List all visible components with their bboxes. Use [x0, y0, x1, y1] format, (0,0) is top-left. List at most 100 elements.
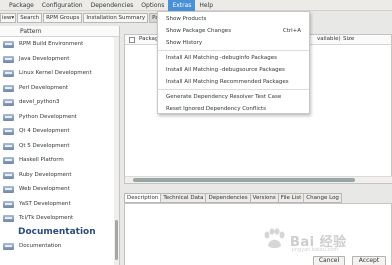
pattern-label: Ruby Development: [19, 171, 72, 178]
menu-item-install-recommended[interactable]: Install All Matching Recommended Package…: [158, 76, 309, 88]
pattern-icon: [3, 242, 15, 250]
list-item[interactable]: Java Development: [0, 52, 119, 67]
pattern-icon: [3, 84, 15, 92]
pattern-label: Qt 4 Development: [19, 128, 70, 135]
chevron-down-icon: ▾: [11, 15, 15, 21]
view-combo-value: iew: [2, 15, 12, 21]
menu-item-generate-test-case[interactable]: Generate Dependency Resolver Test Case: [158, 91, 309, 103]
menu-item-label: Install All Matching -debugsource Packag…: [166, 67, 285, 73]
pattern-icon: [3, 113, 15, 121]
column-size[interactable]: Size: [343, 36, 354, 42]
pattern-pane: Pattern RPM Build Environment Java Devel…: [0, 26, 120, 265]
list-item[interactable]: Linux Kernel Development: [0, 66, 119, 81]
pattern-scrollbar[interactable]: [114, 37, 119, 265]
pattern-icon: [3, 185, 15, 194]
menu-item-accelerator: Ctrl+A: [282, 28, 301, 34]
menu-options[interactable]: Options: [137, 0, 168, 11]
menubar: Package Configuration Dependencies Optio…: [0, 0, 392, 11]
list-item[interactable]: YaST Development: [0, 197, 119, 212]
menu-configuration[interactable]: Configuration: [38, 0, 87, 11]
list-item[interactable]: Perl Development: [0, 81, 119, 96]
tab-technical-data[interactable]: Technical Data: [161, 193, 207, 203]
pattern-label: Java Development: [19, 55, 70, 62]
menu-item-label: Install All Matching -debuginfo Packages: [166, 55, 277, 61]
paw-logo-icon: [264, 228, 285, 248]
pattern-icon: [3, 142, 15, 150]
view-combo[interactable]: iew ▾: [0, 13, 17, 23]
menu-extras[interactable]: Extras: [168, 0, 196, 11]
menu-item-label: Reset Ignored Dependency Conflicts: [166, 106, 266, 112]
pattern-icon: [3, 98, 15, 107]
list-item[interactable]: RPM Build Environment: [0, 37, 119, 52]
list-item[interactable]: Haskell Platform: [0, 153, 119, 168]
pattern-header-label: Pattern: [20, 27, 42, 35]
menu-item-install-debugsource[interactable]: Install All Matching -debugsource Packag…: [158, 64, 309, 76]
pattern-label: Perl Development: [19, 84, 69, 91]
pattern-label: Python Development: [19, 113, 77, 120]
pattern-icon: [3, 55, 15, 63]
pattern-label: RPM Build Environment: [19, 41, 84, 48]
menu-item-show-products[interactable]: Show Products: [158, 13, 309, 25]
tab-search[interactable]: Search: [17, 13, 43, 23]
list-item[interactable]: Tcl/Tk Development: [0, 211, 119, 226]
detail-tabs: Description Technical Data Dependencies …: [124, 193, 342, 203]
tab-change-log[interactable]: Change Log: [304, 193, 342, 203]
menu-separator: [158, 89, 309, 90]
list-item[interactable]: Documentation: [0, 239, 119, 254]
menu-help[interactable]: Help: [195, 0, 217, 11]
pattern-label: Qt 5 Development: [19, 142, 70, 149]
scrollbar-thumb[interactable]: [133, 178, 355, 182]
pattern-label: devel_python3: [19, 99, 60, 106]
list-item[interactable]: Qt 4 Development: [0, 124, 119, 139]
tab-installation-summary[interactable]: Installation Summary: [83, 13, 149, 23]
pattern-list: RPM Build Environment Java Development L…: [0, 37, 119, 253]
tab-versions[interactable]: Versions: [250, 193, 279, 203]
toolbar: iew ▾ Search RPM Groups Installation Sum…: [0, 12, 170, 24]
pattern-label: Tcl/Tk Development: [19, 215, 74, 222]
scrollbar-thumb[interactable]: [115, 220, 118, 260]
category-heading: Documentation: [18, 227, 96, 237]
menu-item-label: Show History: [166, 40, 203, 46]
cancel-button[interactable]: Cancel: [313, 256, 345, 265]
list-item[interactable]: Qt 5 Development: [0, 139, 119, 154]
pattern-icon: [3, 200, 15, 208]
menu-dependencies[interactable]: Dependencies: [87, 0, 138, 11]
tab-dependencies[interactable]: Dependencies: [206, 193, 251, 203]
pattern-icon: [3, 214, 15, 223]
column-available[interactable]: vailable): [317, 36, 341, 42]
select-all-checkbox[interactable]: [129, 37, 135, 43]
pattern-icon: [3, 40, 15, 49]
pattern-icon: [3, 69, 15, 78]
list-item[interactable]: devel_python3: [0, 95, 119, 110]
menu-item-label: Install All Matching Recommended Package…: [166, 79, 289, 85]
pattern-label: Haskell Platform: [19, 157, 64, 164]
pattern-label: YaST Development: [19, 200, 71, 207]
tab-description[interactable]: Description: [124, 193, 162, 203]
menu-item-install-debuginfo[interactable]: Install All Matching -debuginfo Packages: [158, 52, 309, 64]
tab-file-list[interactable]: File List: [278, 193, 305, 203]
list-item[interactable]: Ruby Development: [0, 168, 119, 183]
extras-menu: Show Products Show Package Changes Ctrl+A…: [157, 11, 310, 114]
menu-item-show-package-changes[interactable]: Show Package Changes Ctrl+A: [158, 25, 309, 37]
menu-item-show-history[interactable]: Show History: [158, 37, 309, 49]
menu-item-label: Generate Dependency Resolver Test Case: [166, 94, 282, 100]
pattern-icon: [3, 127, 15, 136]
menu-item-label: Show Products: [166, 16, 207, 22]
pattern-label: Documentation: [19, 242, 62, 249]
pattern-column-header[interactable]: Pattern: [0, 26, 119, 37]
menu-package[interactable]: Package: [5, 0, 38, 11]
column-package[interactable]: Packag: [139, 36, 158, 42]
list-item[interactable]: Web Development: [0, 182, 119, 197]
menu-item-reset-ignored-conflicts[interactable]: Reset Ignored Dependency Conflicts: [158, 103, 309, 115]
pattern-label: Web Development: [19, 186, 70, 193]
pattern-icon: [3, 156, 15, 165]
watermark-url: jingyan.baidu.com: [292, 247, 339, 253]
menu-item-label: Show Package Changes: [166, 28, 232, 34]
pattern-icon: [3, 171, 15, 179]
accept-button[interactable]: Accept: [352, 256, 386, 265]
watermark: Bai 经验 jingyan.baidu.com: [262, 228, 382, 254]
tab-rpm-groups[interactable]: RPM Groups: [43, 13, 83, 23]
list-item[interactable]: Python Development: [0, 110, 119, 125]
pattern-label: Linux Kernel Development: [19, 70, 92, 77]
package-hscrollbar[interactable]: [125, 176, 392, 183]
